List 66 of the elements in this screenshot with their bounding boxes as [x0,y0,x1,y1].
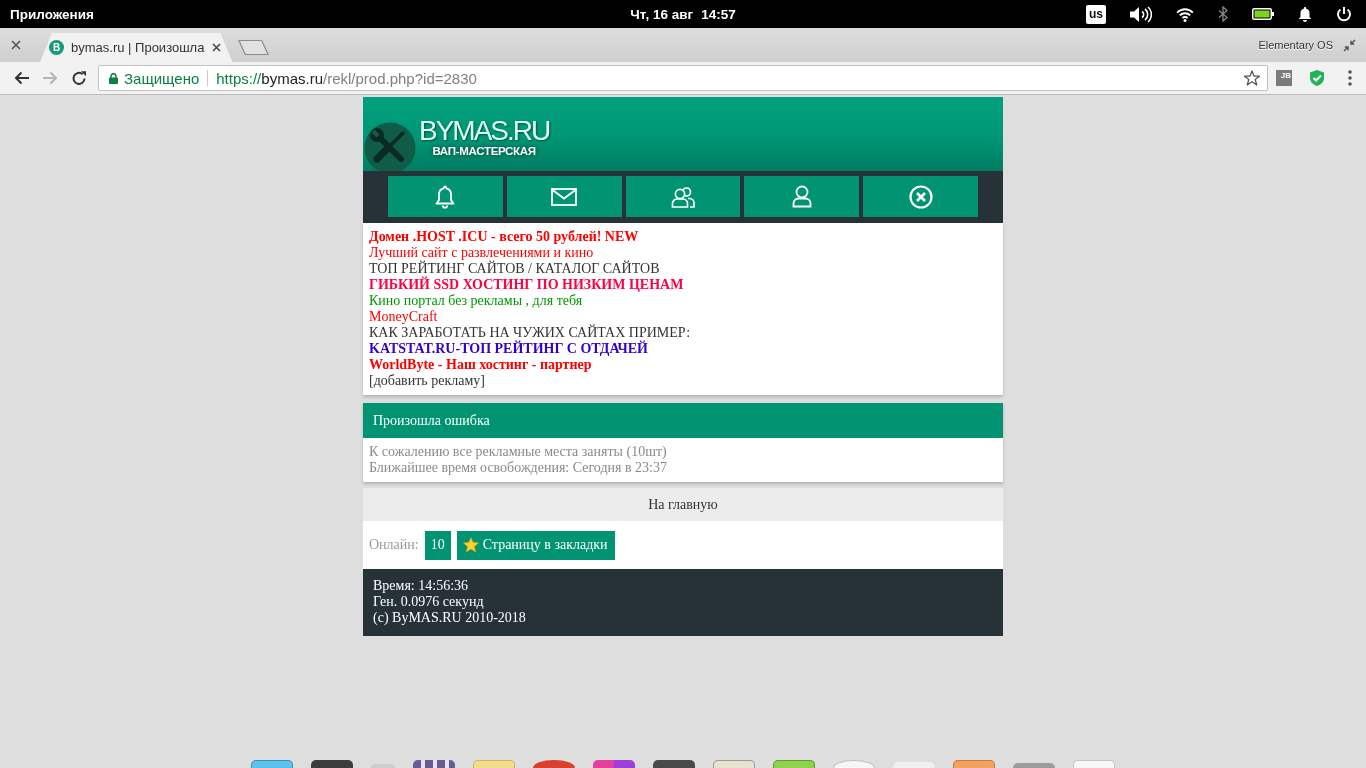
keyboard-layout-indicator[interactable]: us [1086,4,1106,24]
nav-button[interactable] [744,176,860,217]
shield-check-icon[interactable] [1309,69,1325,87]
ad-link[interactable]: Кино портал без рекламы , для тебя [369,293,583,309]
volume-icon[interactable] [1130,5,1152,23]
nav-button[interactable] [625,176,741,217]
nav-button[interactable] [388,176,503,217]
home-link[interactable]: На главную [363,488,1003,521]
error-title: Произошла ошибка [373,412,490,429]
extension-button[interactable]: JB [1276,70,1292,86]
dock-app-icon[interactable] [533,760,575,768]
ad-link[interactable]: Домен .HOST .ICU - всего 50 рублей! NEW [369,229,639,245]
online-label: Онлайн: [369,537,419,553]
envelope-icon [551,187,578,206]
favicon: B [49,40,64,55]
dock-app-icon[interactable] [593,760,635,768]
url-text[interactable]: https://bymas.ru/rekl/prod.php?id=2830 [216,69,477,87]
panel-time[interactable]: 14:57 [701,6,736,22]
nav-button[interactable] [863,176,978,217]
reload-icon[interactable] [71,70,87,86]
close-icon[interactable] [11,40,21,50]
browser-tab[interactable]: B bymas.ru | Произошла [40,33,233,62]
dock-app-icon[interactable] [653,760,695,768]
battery-icon[interactable] [1252,8,1274,20]
ad-link[interactable]: ТОП РЕЙТИНГ САЙТОВ / КАТАЛОГ САЙТОВ [369,261,660,277]
add-ad-link[interactable]: [добавить рекламу] [369,373,485,389]
wifi-icon[interactable] [1176,6,1194,22]
footer-line: Время: 14:56:36 [373,578,469,594]
bell-icon [434,184,457,209]
error-message: Ближайшее время освобождения: Сегодня в 23:37 [369,460,667,476]
online-count[interactable]: 10 [424,530,451,560]
tab-close-icon[interactable] [212,43,222,52]
nav-button[interactable] [506,176,622,217]
bookmark-star-icon[interactable] [1244,70,1260,86]
users-icon [671,185,695,208]
footer-line: (c) ByMAS.RU 2010-2018 [373,610,526,626]
lock-icon [109,72,118,84]
power-icon[interactable] [1336,6,1352,22]
ad-link[interactable]: ГИБКИЙ SSD ХОСТИНГ ПО НИЗКИМ ЦЕНАМ [369,277,684,293]
ad-link[interactable]: KATSTAT.RU-ТОП РЕЙТИНГ С ОТДАЧЕЙ [369,341,648,357]
back-icon[interactable] [14,71,30,85]
logo-title: BYMAS.RU [419,117,550,144]
bookmark-button[interactable]: Страницу в закладки [456,530,615,560]
window-title: Elementary OS [1258,39,1333,51]
menu-icon[interactable] [1348,70,1352,86]
user-icon [791,185,812,208]
error-message: К сожалению все рекламные места заняты (10шт) [369,444,667,460]
star-icon [462,537,479,553]
ad-link[interactable]: Лучший сайт с развлечениями и кино [369,245,594,261]
footer-line: Ген. 0.0976 секунд [373,594,484,610]
panel-date[interactable]: Чт, 16 авг [630,6,694,22]
security-label: Защищено [124,69,200,87]
logo-subtitle: ВАП-МАСТЕРСКАЯ [432,144,536,158]
dock-app-icon[interactable] [311,760,353,768]
address-bar[interactable]: Защищено https://bymas.ru/rekl/prod.php?id=2830 [98,65,1268,91]
close-icon [908,184,933,209]
ad-link[interactable]: WorldByte - Наш хостинг - партнер [369,357,592,373]
notifications-bell-icon[interactable] [1298,5,1312,23]
dock-app-icon[interactable] [413,760,455,768]
logo-icon[interactable] [364,122,416,171]
collapse-arrows-icon[interactable] [1343,38,1356,52]
bluetooth-icon[interactable] [1218,6,1228,22]
applications-menu[interactable]: Приложения [10,6,94,22]
new-tab-button[interactable] [238,38,270,56]
ad-link[interactable]: MoneyCraft [369,309,438,325]
ad-link[interactable]: КАК ЗАРАБОТАТЬ НА ЧУЖИХ САЙТАХ ПРИМЕР: [369,325,691,341]
